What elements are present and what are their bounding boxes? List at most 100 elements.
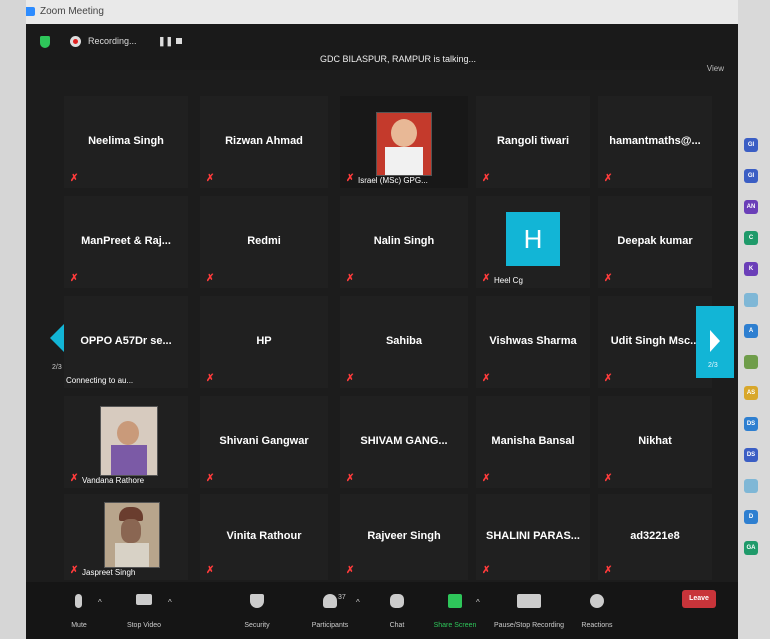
participant-caption: Israel (MSc) GPG... [358, 176, 428, 185]
contact-chip[interactable]: K [744, 262, 758, 276]
chevron-up-icon[interactable]: ^ [476, 598, 480, 607]
participant-name: ad3221e8 [630, 530, 680, 542]
pause-recording-icon[interactable]: ❚❚ [158, 36, 173, 47]
security-label: Security [244, 622, 270, 629]
contact-chip[interactable]: GA [744, 541, 758, 555]
left-background [0, 0, 26, 639]
zoom-window: Zoom Meeting Recording... ❚❚ GDC BILASPU… [0, 0, 770, 639]
participant-name: OPPO A57Dr se... [80, 335, 172, 347]
contact-chip[interactable]: DS [744, 448, 758, 462]
stop-recording-icon[interactable] [176, 38, 182, 44]
share-screen-label: Share Screen [433, 622, 477, 629]
mic-muted-icon: ✗ [604, 373, 613, 384]
chevron-up-icon[interactable]: ^ [356, 598, 360, 607]
participant-tile[interactable]: Sahiba ✗ [340, 296, 468, 388]
chat-button[interactable]: Chat [382, 582, 412, 639]
participant-tile[interactable]: Shivani Gangwar ✗ [200, 396, 328, 488]
chat-icon [390, 594, 404, 608]
participant-name: Vishwas Sharma [489, 335, 577, 347]
mic-muted-icon: ✗ [206, 373, 215, 384]
reactions-button[interactable]: Reactions [580, 582, 614, 639]
contact-chip[interactable]: GI [744, 138, 758, 152]
contact-chip[interactable] [744, 355, 758, 369]
participant-tile[interactable]: Vinita Rathour ✗ [200, 494, 328, 580]
participant-name: Deepak kumar [617, 235, 693, 247]
participant-tile-video[interactable]: ✗ Jaspreet Singh [64, 494, 188, 580]
participant-tile[interactable]: ad3221e8 ✗ [598, 494, 712, 580]
page-indicator-left: 2/3 [52, 364, 62, 371]
participant-tile-video[interactable]: ✗ Vandana Rathore [64, 396, 188, 488]
security-button[interactable]: Security [240, 582, 274, 639]
participant-video [376, 112, 432, 176]
participant-tile[interactable]: Deepak kumar ✗ [598, 196, 712, 288]
right-sidebar: GI GI AN C K A AS DS DS D GA [738, 0, 770, 639]
participant-tile[interactable]: Nikhat ✗ [598, 396, 712, 488]
participant-name: SHALINI PARAS... [486, 530, 580, 542]
participant-name: Udit Singh Msc... [610, 335, 700, 347]
shirt-shape [111, 445, 147, 475]
participant-name: Nalin Singh [373, 235, 435, 247]
participant-tile[interactable]: Redmi ✗ [200, 196, 328, 288]
participant-tile-avatar[interactable]: H ✗ Heel Cg [476, 196, 590, 288]
contact-chip[interactable]: DS [744, 417, 758, 431]
pause-stop-recording-button[interactable]: Pause/Stop Recording [494, 582, 564, 639]
participant-tile[interactable]: SHALINI PARAS... ✗ [476, 494, 590, 580]
share-screen-button[interactable]: Share Screen [434, 582, 476, 639]
contact-chip[interactable]: GI [744, 169, 758, 183]
participant-tile[interactable]: OPPO A57Dr se... Connecting to au... [64, 296, 188, 388]
participant-tile[interactable]: Vishwas Sharma ✗ [476, 296, 590, 388]
contact-chip[interactable]: D [744, 510, 758, 524]
leave-button[interactable]: Leave [682, 590, 716, 608]
next-page-arrow-icon [710, 330, 720, 352]
mic-muted-icon: ✗ [346, 565, 355, 576]
contact-chip[interactable]: AS [744, 386, 758, 400]
chevron-up-icon[interactable]: ^ [168, 598, 172, 607]
participant-tile[interactable]: Rizwan Ahmad ✗ [200, 96, 328, 188]
next-page-button[interactable]: 2/3 [696, 306, 734, 378]
participant-name: Rajveer Singh [367, 530, 441, 542]
participant-tile[interactable]: Nalin Singh ✗ [340, 196, 468, 288]
participant-tile[interactable]: HP ✗ [200, 296, 328, 388]
mic-muted-icon: ✗ [70, 273, 79, 284]
contact-chip[interactable]: AN [744, 200, 758, 214]
shield-icon[interactable] [40, 36, 50, 48]
chevron-up-icon[interactable]: ^ [98, 598, 102, 607]
stop-video-button[interactable]: Stop Video [124, 582, 164, 639]
participant-name: hamantmaths@... [609, 135, 701, 147]
participants-button[interactable]: 37 Participants [310, 582, 350, 639]
mic-muted-icon: ✗ [604, 273, 613, 284]
shirt-shape [115, 543, 149, 567]
participant-name: ManPreet & Raj... [81, 235, 171, 247]
participant-tile[interactable]: Udit Singh Msc... ✗ [598, 296, 712, 388]
mic-muted-icon: ✗ [604, 565, 613, 576]
contact-chip[interactable]: A [744, 324, 758, 338]
mic-muted-icon: ✗ [346, 373, 355, 384]
view-button[interactable]: View [707, 64, 724, 73]
participant-name: HP [256, 335, 272, 347]
meeting-toolbar: Mute ^ Stop Video ^ Security 37 Particip… [26, 582, 738, 639]
participant-name: Manisha Bansal [491, 435, 575, 447]
mic-muted-icon: ✗ [206, 273, 215, 284]
participant-name: Rizwan Ahmad [225, 135, 303, 147]
participant-tile[interactable]: ManPreet & Raj... ✗ [64, 196, 188, 288]
participant-tile[interactable]: Manisha Bansal ✗ [476, 396, 590, 488]
participant-video [100, 406, 158, 476]
participant-tile[interactable]: Rangoli tiwari ✗ [476, 96, 590, 188]
participant-tile[interactable]: hamantmaths@... ✗ [598, 96, 712, 188]
participant-name: SHIVAM GANG... [360, 435, 448, 447]
participant-tile[interactable]: Neelima Singh ✗ [64, 96, 188, 188]
participant-caption: Heel Cg [494, 276, 523, 285]
participant-tile[interactable]: Rajveer Singh ✗ [340, 494, 468, 580]
mute-button[interactable]: Mute [64, 582, 94, 639]
microphone-icon [75, 594, 82, 608]
contact-chip[interactable]: C [744, 231, 758, 245]
participant-name: Rangoli tiwari [496, 135, 570, 147]
participant-tile-video[interactable]: ✗ Israel (MSc) GPG... [340, 96, 468, 188]
contact-chip[interactable] [744, 479, 758, 493]
share-screen-icon [448, 594, 462, 608]
previous-page-arrow-icon[interactable] [48, 318, 66, 358]
face-shape [121, 519, 141, 543]
participant-tile[interactable]: SHIVAM GANG... ✗ [340, 396, 468, 488]
mic-muted-icon: ✗ [482, 273, 491, 284]
contact-chip[interactable] [744, 293, 758, 307]
